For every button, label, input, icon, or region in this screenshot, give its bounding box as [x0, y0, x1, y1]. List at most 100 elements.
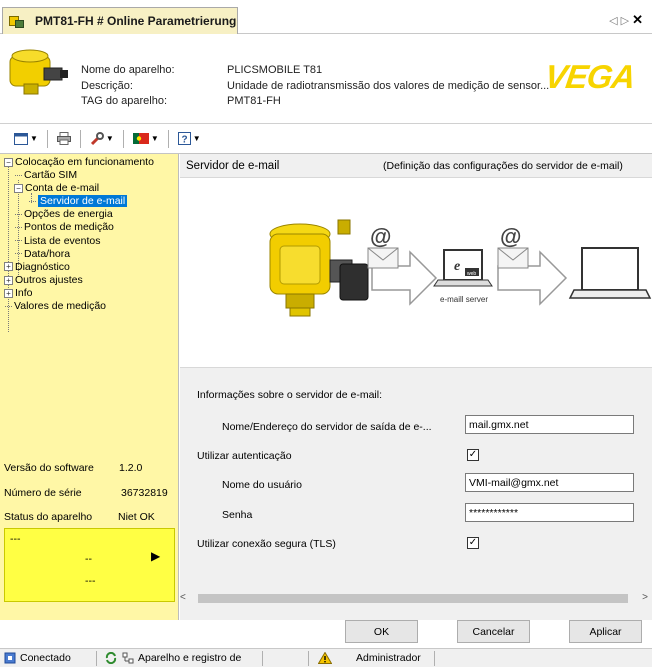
toolbar-separator: [167, 129, 169, 148]
scroll-right-icon[interactable]: >: [642, 592, 648, 603]
user-role-status: [318, 652, 332, 664]
tree-item-cartao-sim[interactable]: Cartão SIM: [4, 169, 176, 182]
connected-icon: [4, 652, 16, 664]
tree-item-label: Outros ajustes: [15, 273, 83, 286]
device-status-label: Status do aparelho: [4, 511, 93, 523]
at-symbol: @: [500, 224, 521, 249]
tree-item-label: Cartão SIM: [24, 169, 78, 182]
horizontal-scrollbar[interactable]: < >: [180, 590, 652, 606]
outgoing-server-label: Nome/Endereço do servidor de saída de e-…: [222, 421, 432, 433]
scrollbar-thumb[interactable]: [198, 594, 628, 603]
tree-item-label: Servidor de e-mail: [38, 195, 128, 208]
at-symbol: @: [370, 224, 391, 249]
tools-menu-button[interactable]: ▼: [88, 129, 116, 149]
print-button[interactable]: [55, 129, 73, 149]
language-menu-button[interactable]: ▼: [131, 129, 161, 149]
authentication-label: Utilizar autenticação: [197, 450, 292, 462]
tls-label: Utilizar conexão segura (TLS): [197, 538, 336, 550]
tree-item-label: Data/hora: [24, 247, 71, 260]
device-status-value: Niet OK: [118, 511, 155, 523]
tree-item-pontos-medicao[interactable]: Pontos de medição: [4, 221, 176, 234]
warning-icon: [318, 652, 332, 664]
dropdown-arrow-icon: ▼: [150, 134, 159, 143]
outgoing-server-input[interactable]: [465, 415, 634, 434]
device-graphic: [269, 219, 369, 317]
apply-button[interactable]: Aplicar: [569, 620, 642, 643]
status-line-1: ---: [10, 533, 21, 545]
tab-bar: PMT81-FH # Online Parametrierung ◁▷✕: [0, 0, 652, 34]
password-input[interactable]: [465, 503, 634, 522]
tls-checkbox[interactable]: ✓: [467, 537, 479, 549]
status-display-box: --- -- ▶ ---: [4, 528, 175, 602]
device-tag-value: PMT81-FH: [227, 95, 281, 107]
recipient-laptop-graphic: [581, 247, 639, 291]
tree-item-label: Colocação em funcionamento: [15, 156, 154, 168]
username-label: Nome do usuário: [222, 479, 302, 491]
status-line-2: --: [85, 553, 92, 565]
description-label: Descrição:: [81, 79, 133, 92]
tree-item-label: Pontos de medição: [24, 221, 114, 234]
scroll-left-icon[interactable]: <: [180, 592, 186, 603]
cancel-button[interactable]: Cancelar: [457, 620, 530, 643]
play-icon[interactable]: ▶: [151, 549, 160, 563]
device-name-value: PLICSMOBILE T81: [227, 64, 323, 76]
device-tag-label: TAG do aparelho:: [81, 95, 168, 107]
tab-scroll-left-icon[interactable]: ◁: [609, 15, 620, 27]
expand-icon[interactable]: +: [4, 288, 13, 298]
tree-item-lista-eventos[interactable]: Lista de eventos: [4, 235, 176, 248]
serial-number-label: Número de série: [4, 487, 82, 499]
description-value: Unidade de radiotransmissão dos valores …: [227, 79, 550, 92]
authentication-checkbox[interactable]: ✓: [467, 449, 479, 461]
password-label: Senha: [222, 509, 253, 521]
tree-item-info[interactable]: + Info: [4, 287, 176, 300]
header-labels: Nome do aparelho: Descrição: TAG do apar…: [81, 63, 175, 110]
connected-label: Conectado: [20, 652, 71, 664]
dialog-buttons: OK Cancelar Aplicar: [0, 620, 652, 648]
tree-item-colocacao[interactable]: − Colocação em funcionamento: [4, 156, 176, 169]
tree-item-servidor-email[interactable]: Servidor de e-mail: [4, 195, 176, 208]
device-registry-label: Aparelho e registro de: [138, 652, 242, 664]
status-bar: Conectado Aparelho e registro de Adminis…: [0, 648, 652, 667]
email-server-form: Informações sobre o servidor de e-mail: …: [180, 368, 652, 588]
tree-item-data-hora[interactable]: Data/hora: [4, 248, 176, 261]
navigation-tree: − Colocação em funcionamento Cartão SIM −…: [4, 156, 176, 332]
vega-logo: VEGA: [542, 58, 638, 95]
tree-item-diagnostico[interactable]: + Diagnóstico: [4, 261, 176, 274]
tree-item-label: Opções de energia: [24, 208, 113, 221]
tree-item-label: Lista de eventos: [24, 234, 101, 247]
server-label: e-maill server: [440, 295, 488, 304]
username-input[interactable]: [465, 473, 634, 492]
flag-icon: [132, 133, 149, 144]
tree-item-label: Conta de e-mail: [25, 182, 100, 195]
wrench-icon: [90, 131, 104, 145]
expand-icon[interactable]: +: [4, 262, 13, 272]
tab-scroll-right-icon[interactable]: ▷: [621, 15, 632, 27]
tab-controls: ◁▷✕: [609, 12, 646, 28]
view-menu-button[interactable]: ▼: [12, 129, 40, 149]
close-icon[interactable]: ✕: [632, 12, 646, 27]
toolbar-separator: [79, 129, 81, 148]
help-menu-button[interactable]: ? ▼: [176, 129, 203, 149]
tree-item-opcoes-energia[interactable]: Opções de energia: [4, 208, 176, 221]
toolbar-separator: [46, 129, 48, 148]
tree-item-label: Info: [15, 286, 33, 299]
collapse-icon[interactable]: −: [4, 157, 13, 167]
content-panel: Servidor de e-mail (Definição das config…: [180, 154, 652, 620]
collapse-icon[interactable]: −: [14, 183, 23, 193]
ok-button[interactable]: OK: [345, 620, 418, 643]
serial-number-value: 36732819: [121, 487, 168, 499]
device-registry-status: Aparelho e registro de: [104, 652, 241, 664]
software-version-label: Versão do software: [4, 462, 94, 474]
tree-item-label: Valores de medição: [14, 300, 107, 313]
device-image: [9, 49, 68, 95]
expand-icon[interactable]: +: [4, 275, 13, 285]
tree-item-valores-medicao[interactable]: Valores de medição: [4, 300, 176, 313]
tree-item-outros-ajustes[interactable]: + Outros ajustes: [4, 274, 176, 287]
window-layout-icon: [14, 132, 28, 145]
administrator-label: Administrador: [356, 652, 421, 664]
tree-item-conta-email[interactable]: − Conta de e-mail: [4, 182, 176, 195]
dropdown-arrow-icon: ▼: [105, 134, 114, 143]
toolbar-separator: [122, 129, 124, 148]
tab-online-parametrierung[interactable]: PMT81-FH # Online Parametrierung: [2, 7, 238, 34]
device-name-label: Nome do aparelho:: [81, 64, 175, 76]
